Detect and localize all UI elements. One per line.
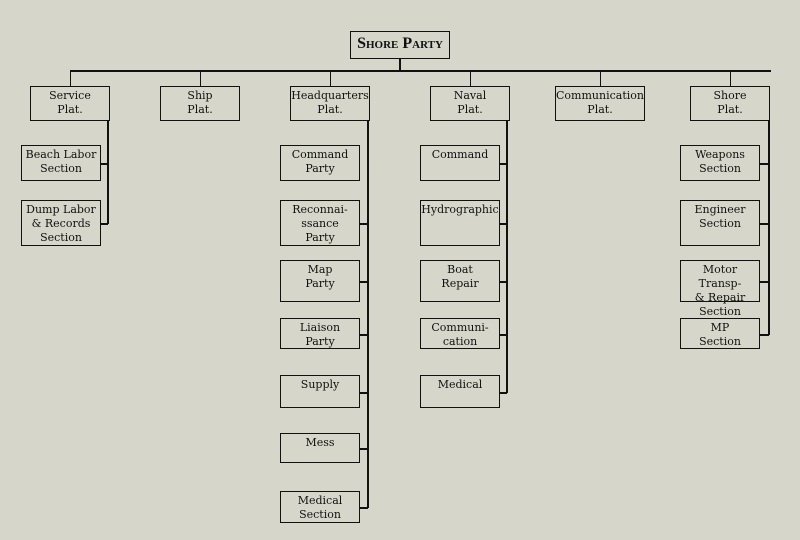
platoon-drop-line bbox=[599, 70, 601, 86]
platoon-drop-line bbox=[329, 70, 331, 86]
platoon-box-headquarters: Headquarters Plat. bbox=[290, 86, 370, 121]
section-box: Mess bbox=[280, 433, 360, 463]
section-box: Reconnai- ssance Party bbox=[280, 200, 360, 246]
section-connector bbox=[500, 392, 507, 394]
section-box: Boat Repair bbox=[420, 260, 500, 302]
section-box: Dump Labor & Records Section bbox=[21, 200, 101, 246]
platoon-bus-line bbox=[70, 70, 771, 72]
section-box: Communi- cation bbox=[420, 318, 500, 349]
platoon-drop-line bbox=[729, 70, 731, 86]
section-box: Command bbox=[420, 145, 500, 181]
section-connector bbox=[360, 223, 368, 225]
section-connector bbox=[500, 334, 507, 336]
org-chart-title: Shore Party bbox=[350, 31, 450, 59]
section-connector bbox=[760, 223, 769, 225]
section-box: Motor Transp- & Repair Section bbox=[680, 260, 760, 318]
section-connector bbox=[500, 223, 507, 225]
section-box: Beach Labor Section bbox=[21, 145, 101, 181]
section-connector bbox=[360, 448, 368, 450]
section-box: Hydrographic bbox=[420, 200, 500, 246]
section-connector bbox=[760, 334, 769, 336]
section-box: Command Party bbox=[280, 145, 360, 181]
section-connector bbox=[360, 334, 368, 336]
org-chart: Shore Party Service Plat. Beach Labor Sec… bbox=[0, 0, 800, 540]
section-box: Medical bbox=[420, 375, 500, 408]
section-box: Engineer Section bbox=[680, 200, 760, 246]
platoon-trunk-line bbox=[107, 121, 109, 224]
title-connector bbox=[399, 58, 401, 70]
section-box: Weapons Section bbox=[680, 145, 760, 181]
section-connector bbox=[760, 163, 769, 165]
platoon-drop-line bbox=[469, 70, 471, 86]
section-connector bbox=[101, 223, 108, 225]
section-box: Supply bbox=[280, 375, 360, 408]
platoon-box-naval: Naval Plat. bbox=[430, 86, 510, 121]
platoon-box-shore: Shore Plat. bbox=[690, 86, 770, 121]
section-connector bbox=[101, 163, 108, 165]
section-box: Map Party bbox=[280, 260, 360, 302]
platoon-box-ship: Ship Plat. bbox=[160, 86, 240, 121]
platoon-drop-line bbox=[199, 70, 201, 86]
section-connector bbox=[500, 281, 507, 283]
section-connector bbox=[360, 281, 368, 283]
platoon-box-service: Service Plat. bbox=[30, 86, 110, 121]
platoon-box-communication: Communication Plat. bbox=[555, 86, 645, 121]
platoon-trunk-line bbox=[768, 121, 770, 335]
section-box: Medical Section bbox=[280, 491, 360, 523]
section-connector bbox=[760, 281, 769, 283]
platoon-trunk-line bbox=[367, 121, 369, 508]
platoon-drop-line bbox=[69, 70, 71, 86]
section-connector bbox=[360, 392, 368, 394]
section-connector bbox=[500, 163, 507, 165]
section-connector bbox=[360, 507, 368, 509]
platoon-trunk-line bbox=[506, 121, 508, 393]
section-box: MP Section bbox=[680, 318, 760, 349]
section-box: Liaison Party bbox=[280, 318, 360, 349]
